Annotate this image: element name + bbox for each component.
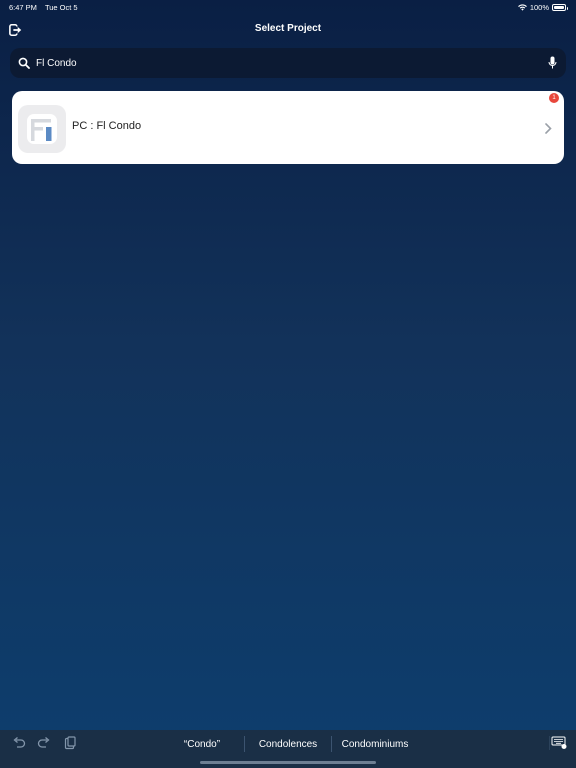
mic-icon[interactable] (548, 56, 557, 70)
nav-bar: Select Project (0, 18, 576, 42)
project-label: PC : Fl Condo (72, 120, 142, 132)
suggestion-divider (244, 736, 245, 752)
status-left: 6:47 PM Tue Oct 5 (9, 3, 78, 12)
app-logo (18, 105, 66, 153)
suggestion-divider (331, 736, 332, 752)
status-bar: 6:47 PM Tue Oct 5 100% (0, 0, 576, 14)
suggestion-1[interactable]: “Condo” (160, 739, 244, 750)
battery-fill (554, 6, 564, 9)
redo-icon[interactable] (37, 736, 51, 750)
page-title: Select Project (254, 23, 322, 34)
chevron-right-icon (545, 123, 552, 134)
status-right: 100% (517, 3, 568, 12)
project-list-item[interactable]: PC : Fl Condo 1 (12, 91, 564, 164)
search-bar[interactable] (10, 48, 566, 78)
status-time: 6:47 PM (9, 3, 37, 12)
battery-icon (552, 4, 568, 11)
wifi-icon (517, 4, 527, 11)
search-icon (18, 57, 30, 69)
keyboard-suggestion-bar: “Condo” Condolences Condominiums (0, 730, 576, 768)
paste-icon[interactable] (63, 736, 77, 750)
search-input[interactable] (36, 54, 536, 72)
battery-percent: 100% (529, 3, 549, 12)
logo-mark (27, 114, 57, 144)
notification-badge: 1 (549, 93, 559, 103)
home-indicator (200, 761, 376, 764)
suggestion-2[interactable]: Condolences (246, 739, 330, 750)
status-date: Tue Oct 5 (44, 3, 78, 12)
suggestion-3[interactable]: Condominiums (333, 739, 417, 750)
undo-icon[interactable] (12, 736, 26, 750)
keyboard-dismiss-icon[interactable] (549, 736, 567, 750)
